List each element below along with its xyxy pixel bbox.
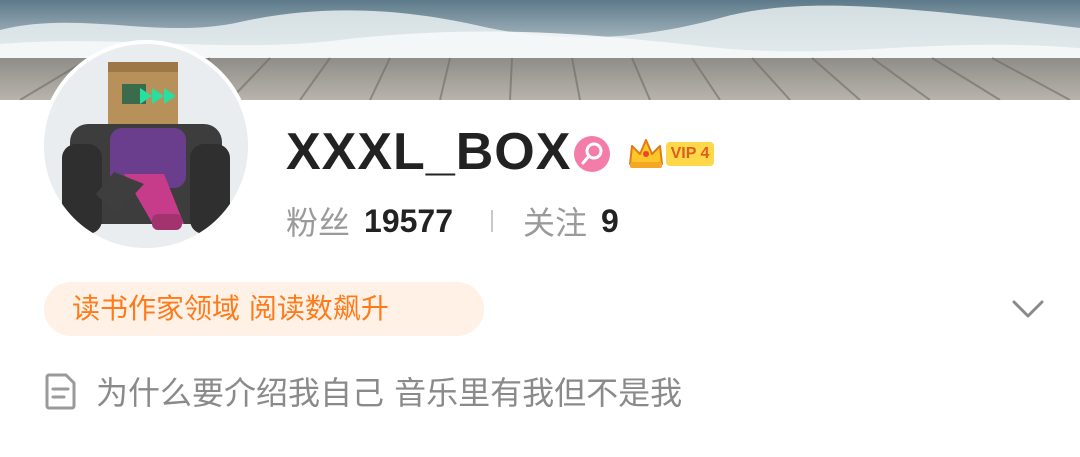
crown-icon	[629, 139, 663, 168]
vip-badge[interactable]: VIP 4	[626, 134, 718, 172]
avatar[interactable]	[40, 40, 252, 252]
chevron-down-icon[interactable]	[1010, 292, 1046, 324]
username: XXXL_BOX	[286, 123, 572, 181]
achievement-tag[interactable]: 读书作家领域 阅读数飙升	[44, 282, 484, 336]
document-icon	[45, 373, 76, 410]
vip-level-label: VIP 4	[666, 142, 714, 166]
bio-row: 为什么要介绍我自己 音乐里有我但不是我	[44, 366, 682, 416]
followers-count[interactable]: 19577	[364, 203, 453, 240]
bio-text: 为什么要介绍我自己 音乐里有我但不是我	[96, 374, 683, 412]
followers-label[interactable]: 粉丝	[286, 198, 350, 244]
female-icon	[574, 136, 610, 172]
profile-stats: 粉丝 19577 关注 9	[286, 196, 619, 246]
following-label[interactable]: 关注	[523, 198, 587, 244]
avatar-image	[44, 44, 248, 248]
stats-divider	[491, 210, 493, 232]
following-count[interactable]: 9	[601, 203, 619, 240]
